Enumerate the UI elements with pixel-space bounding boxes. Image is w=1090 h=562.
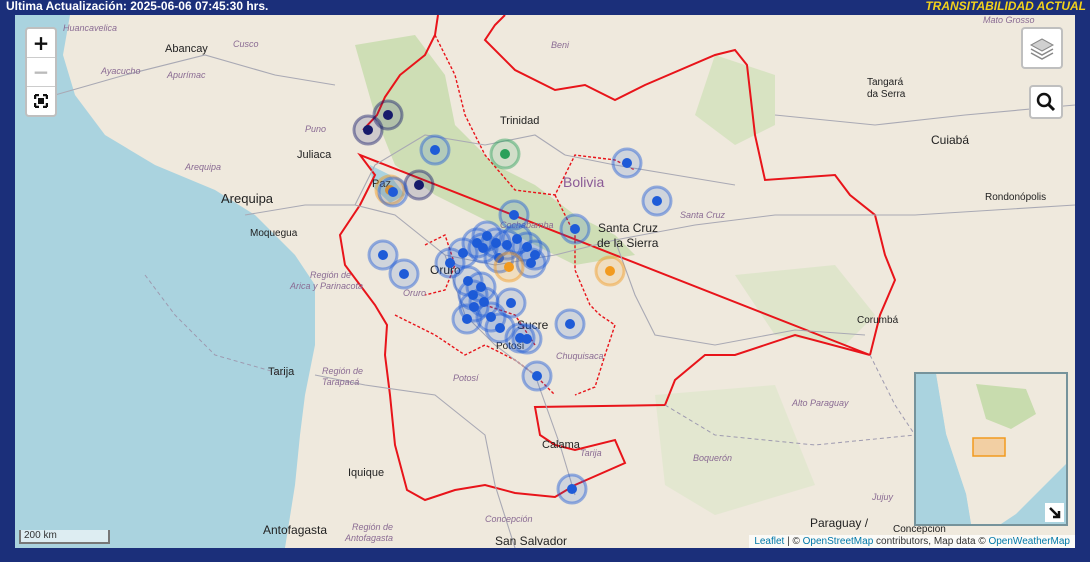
zoom-in-button[interactable]: +: [27, 29, 55, 58]
status-title: TRANSITABILIDAD ACTUAL: [925, 0, 1086, 13]
marker-dot: [567, 484, 577, 494]
leaflet-link[interactable]: Leaflet: [754, 536, 784, 547]
minimap-toggle-button[interactable]: [1045, 503, 1064, 522]
last-update-text: Ultima Actualización: 2025-06-06 07:45:3…: [6, 0, 269, 13]
marker-dot: [532, 371, 542, 381]
marker-dot: [622, 158, 632, 168]
marker-dot: [383, 110, 393, 120]
status-marker-navy[interactable]: [352, 114, 384, 146]
zoom-out-button[interactable]: −: [27, 58, 55, 87]
header-bar: Ultima Actualización: 2025-06-06 07:45:3…: [0, 0, 1090, 14]
marker-dot: [522, 334, 532, 344]
search-icon: [1036, 92, 1056, 112]
status-marker-blue[interactable]: [641, 185, 673, 217]
marker-dot: [500, 149, 510, 159]
fullscreen-button[interactable]: [27, 87, 55, 115]
marker-dot: [414, 180, 424, 190]
marker-dot: [430, 145, 440, 155]
scale-bar: 200 km: [19, 530, 110, 544]
attribution-sep: | ©: [784, 536, 803, 547]
marker-dot: [506, 298, 516, 308]
status-marker-blue[interactable]: [611, 147, 643, 179]
marker-dot: [399, 269, 409, 279]
marker-dot: [526, 258, 536, 268]
status-marker-blue[interactable]: [521, 360, 553, 392]
status-marker-blue[interactable]: [377, 176, 409, 208]
status-marker-blue[interactable]: [556, 473, 588, 505]
search-button[interactable]: [1029, 85, 1063, 119]
marker-dot: [570, 224, 580, 234]
status-marker-green[interactable]: [489, 138, 521, 170]
map-container[interactable]: Abancay Cusco Huancavelica Ayacucho Apur…: [15, 15, 1075, 548]
minimap-view[interactable]: [916, 374, 1066, 524]
marker-dot: [652, 196, 662, 206]
marker-dot: [504, 262, 514, 272]
status-marker-blue[interactable]: [554, 308, 586, 340]
marker-dot: [509, 210, 519, 220]
marker-dot: [363, 125, 373, 135]
owm-link[interactable]: OpenWeatherMap: [988, 536, 1070, 547]
marker-dot: [605, 266, 615, 276]
minimap[interactable]: [914, 372, 1068, 526]
status-marker-orange[interactable]: [493, 251, 525, 283]
layers-button[interactable]: [1021, 27, 1063, 69]
status-marker-blue[interactable]: [467, 232, 499, 264]
attribution-mid: contributors, Map data ©: [873, 536, 989, 547]
osm-link[interactable]: OpenStreetMap: [803, 536, 874, 547]
arrow-down-right-icon: [1049, 507, 1061, 519]
marker-dot: [495, 323, 505, 333]
layers-icon: [1029, 38, 1055, 60]
marker-dot: [565, 319, 575, 329]
marker-dot: [462, 314, 472, 324]
attribution: Leaflet | © OpenStreetMap contributors, …: [749, 535, 1075, 548]
marker-dot: [478, 243, 488, 253]
fullscreen-icon: [33, 93, 49, 109]
status-marker-navy[interactable]: [403, 169, 435, 201]
marker-dot: [388, 187, 398, 197]
status-marker-blue[interactable]: [559, 213, 591, 245]
status-marker-blue[interactable]: [388, 258, 420, 290]
marker-dot: [378, 250, 388, 260]
status-marker-blue[interactable]: [511, 323, 543, 355]
status-marker-orange[interactable]: [594, 255, 626, 287]
zoom-control: + −: [25, 27, 57, 117]
status-marker-blue[interactable]: [419, 134, 451, 166]
